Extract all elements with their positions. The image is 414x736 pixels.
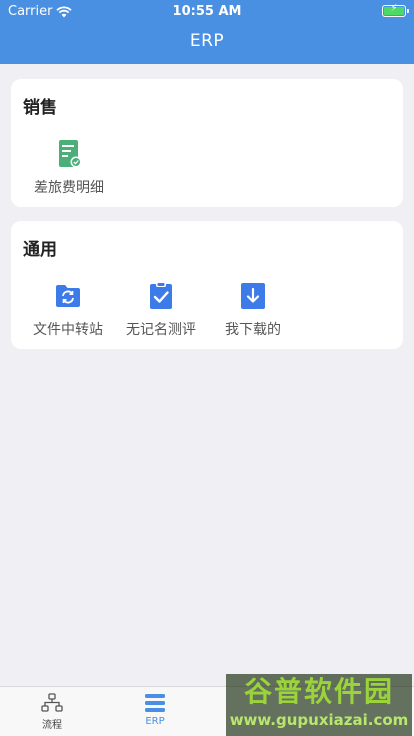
general-card: 通用 文件中转站 无记名测评 我下载的 — [11, 221, 403, 349]
page-title: ERP — [189, 31, 225, 51]
list-icon — [145, 694, 165, 712]
tab-erp[interactable]: ERP — [115, 693, 195, 727]
watermark-title: 谷普软件园 — [243, 675, 394, 708]
general-section-title: 通用 — [23, 240, 57, 260]
folder-sync-icon — [56, 285, 80, 307]
tile-label: 我下载的 — [225, 322, 281, 338]
tile-anonymous-survey[interactable]: 无记名测评 — [116, 281, 206, 339]
tile-file-transfer[interactable]: 文件中转站 — [23, 281, 113, 339]
expense-doc-icon — [59, 140, 82, 168]
tab-label: 流程 — [42, 720, 62, 731]
status-time: 10:55 AM — [172, 4, 242, 19]
watermark-logo: 谷普软件园 www.gupuxiazai.com — [226, 674, 412, 736]
battery-charging-icon: ⚡ — [382, 3, 409, 17]
status-bar: Carrier 10:55 AM ⚡ — [0, 0, 414, 22]
download-icon — [241, 283, 265, 309]
tile-label: 差旅费明细 — [34, 180, 104, 196]
watermark-url: www.gupuxiazai.com — [229, 711, 409, 729]
tile-label: 文件中转站 — [33, 322, 103, 338]
tab-label: ERP — [145, 716, 165, 727]
clipboard-check-icon — [150, 282, 172, 309]
tile-label: 无记名测评 — [126, 322, 196, 338]
tab-workflow[interactable]: 流程 — [12, 693, 92, 731]
tile-my-downloads[interactable]: 我下载的 — [208, 281, 298, 339]
workflow-icon — [41, 693, 63, 712]
tile-travel-expense[interactable]: 差旅费明细 — [24, 139, 114, 197]
sales-card: 销售 差旅费明细 — [11, 79, 403, 207]
sales-section-title: 销售 — [23, 98, 57, 118]
top-bar: Carrier 10:55 AM ⚡ ERP — [0, 0, 414, 64]
